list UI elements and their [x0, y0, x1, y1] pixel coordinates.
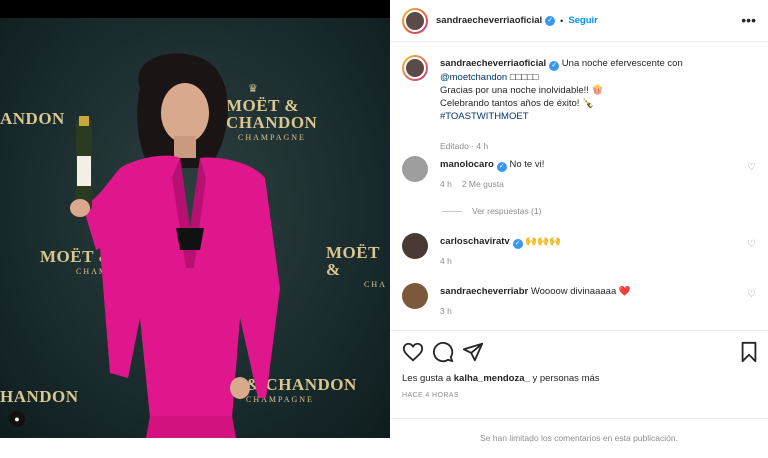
post-timestamp: HACE 4 HORAS	[402, 392, 459, 399]
woman-in-pink-suit	[70, 53, 280, 438]
comment-row: sandraecheverriabr Woooow divinaaaaa ❤️ …	[402, 283, 760, 323]
action-bar	[390, 330, 768, 370]
liker-username[interactable]: kalha_mendoza_	[454, 373, 530, 384]
comments-list[interactable]: sandraecheverriaoficial ✓ Una noche eferv…	[390, 43, 768, 329]
replies-line	[442, 210, 462, 212]
comment-text: sandraecheverriabr Woooow divinaaaaa ❤️	[440, 286, 631, 297]
share-icon[interactable]	[462, 341, 484, 363]
verified-badge-icon: ✓	[549, 61, 560, 71]
comments-limited-notice: Se han limitado los comentarios en esta …	[390, 418, 768, 458]
like-comment-heart-icon[interactable]: ♡	[747, 289, 756, 300]
author-avatar[interactable]	[402, 55, 428, 81]
comment-meta: 4 h2 Me gusta	[440, 179, 504, 189]
more-options-icon[interactable]: •••	[741, 12, 756, 28]
like-comment-heart-icon[interactable]: ♡	[747, 162, 756, 173]
separator-dot: •	[560, 15, 564, 26]
bookmark-icon[interactable]	[738, 341, 760, 363]
follow-button[interactable]: Seguir	[568, 15, 598, 26]
view-replies-button[interactable]: Ver respuestas (1)	[442, 206, 541, 216]
comment-meta: 3 h	[440, 306, 452, 316]
hashtag-link[interactable]: #TOASTWITHMOET	[440, 111, 529, 122]
commenter-avatar[interactable]	[402, 283, 428, 309]
user-tag-icon[interactable]: ●	[9, 411, 25, 427]
comment-row: carloschaviratv ✓ 🙌🙌🙌 4 h ♡	[402, 233, 760, 273]
likes-summary: Les gusta a kalha_mendoza_ y personas má…	[402, 373, 600, 384]
post-header: sandraecheverriaoficial ✓ • Seguir •••	[390, 0, 768, 42]
post-side-panel: sandraecheverriaoficial ✓ • Seguir ••• s…	[390, 0, 768, 458]
author-username[interactable]: sandraecheverriaoficial	[436, 15, 542, 26]
commenter-avatar[interactable]	[402, 156, 428, 182]
verified-badge-icon: ✓	[545, 15, 556, 26]
comment-text: carloschaviratv ✓ 🙌🙌🙌	[440, 236, 561, 249]
like-comment-heart-icon[interactable]: ♡	[747, 239, 756, 250]
verified-badge-icon: ✓	[512, 239, 523, 249]
heart-icon[interactable]	[402, 341, 424, 363]
caption-meta: Editado · 4 h	[440, 141, 489, 151]
commenter-avatar[interactable]	[402, 233, 428, 259]
comment-text: manolocaro ✓ No te vi!	[440, 159, 545, 172]
caption-row: sandraecheverriaoficial ✓ Una noche eferv…	[402, 55, 760, 151]
caption-text: sandraecheverriaoficial ✓ Una noche eferv…	[440, 58, 683, 122]
author-avatar[interactable]	[402, 7, 428, 34]
comment-meta: 4 h	[440, 256, 452, 266]
caption-author[interactable]: sandraecheverriaoficial	[440, 58, 546, 69]
verified-badge-icon: ✓	[496, 162, 507, 172]
mention-link[interactable]: @moetchandon	[440, 72, 507, 83]
comment-icon[interactable]	[432, 341, 454, 363]
post-image[interactable]: ANDON ♛ MOËT & CHANDON CHAMPAGNE MOËT & …	[0, 18, 390, 438]
comment-row: manolocaro ✓ No te vi! 4 h2 Me gusta ♡	[402, 156, 760, 196]
